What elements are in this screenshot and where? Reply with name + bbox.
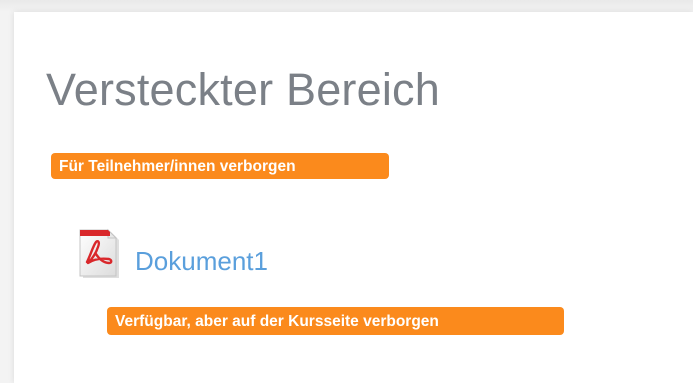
available-but-hidden-badge: Verfügbar, aber auf der Kursseite verbor… — [107, 307, 564, 335]
course-section: Versteckter Bereich Für Teilnehmer/innen… — [14, 12, 693, 383]
hidden-from-students-badge: Für Teilnehmer/innen verborgen — [51, 153, 389, 179]
pdf-file-icon — [77, 228, 121, 280]
section-title: Versteckter Bereich — [46, 64, 440, 115]
activity-link-dokument1[interactable]: Dokument1 — [135, 246, 268, 277]
activity-resource[interactable]: Dokument1 — [77, 228, 268, 280]
